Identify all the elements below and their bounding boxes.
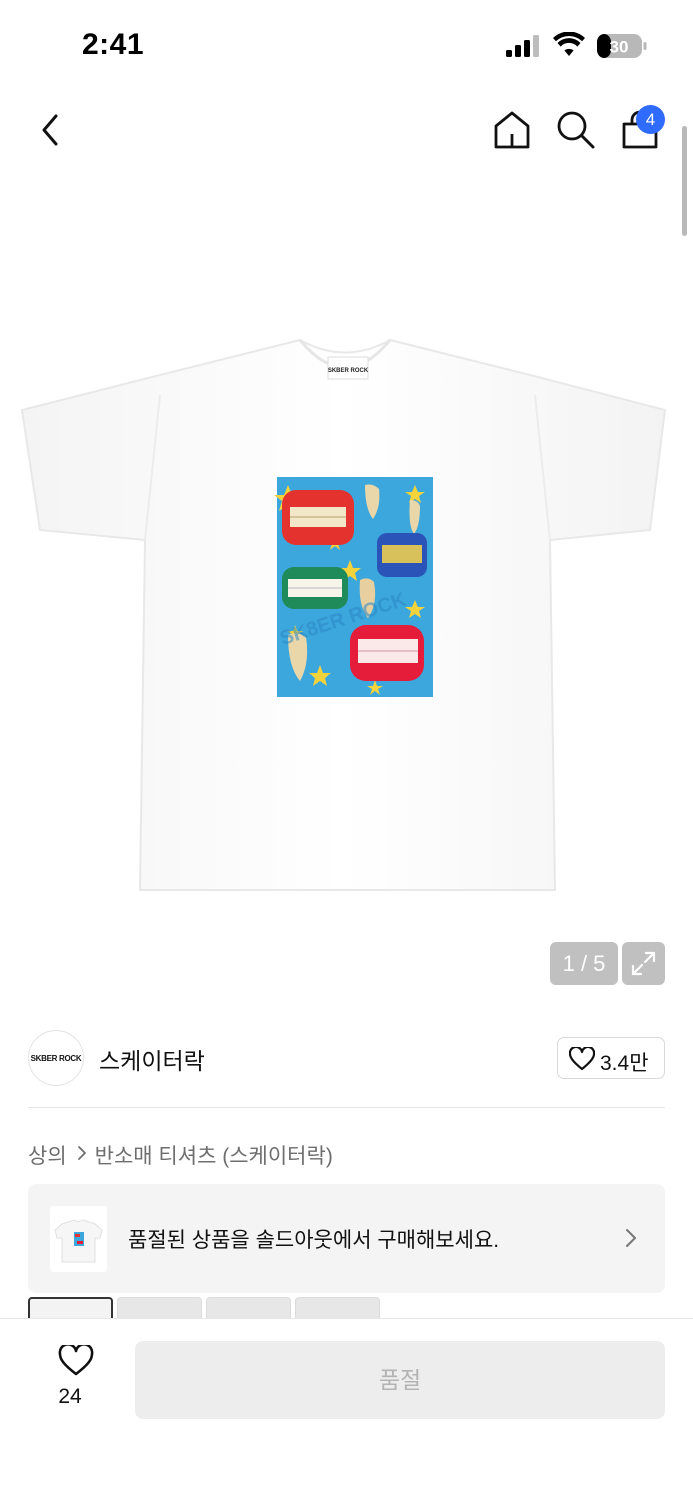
expand-image-button[interactable] — [622, 942, 665, 985]
product-image[interactable]: SKBER ROCK SK8ER ROCK — [20, 335, 670, 895]
soldout-banner-text: 품절된 상품을 솔드아웃에서 구매해보세요. — [128, 1229, 500, 1252]
soldout-purchase-button[interactable]: 품절 — [135, 1341, 665, 1419]
cellular-signal-icon — [506, 35, 539, 57]
collar-label: SKBER ROCK — [327, 356, 369, 380]
wishlist-button[interactable]: 24 — [40, 1343, 100, 1415]
heart-icon — [58, 1343, 94, 1376]
brand-row: SKBER ROCK 스케이터락 3.4만 — [28, 1030, 665, 1086]
status-bar: 2:41 30 — [0, 0, 693, 90]
heart-icon — [569, 1047, 595, 1071]
brand-name[interactable]: 스케이터락 — [99, 1042, 205, 1076]
thumbnail-strip — [28, 1297, 668, 1319]
svg-text:SKBER ROCK: SKBER ROCK — [328, 368, 369, 374]
image-page-counter: 1 / 5 — [550, 942, 618, 985]
thumbnail-3[interactable] — [206, 1297, 291, 1319]
brand-like-count: 3.4만 — [600, 1052, 649, 1075]
chevron-right-icon — [626, 1229, 636, 1247]
chevron-left-icon[interactable] — [36, 112, 64, 148]
cart-count-badge: 4 — [636, 105, 665, 134]
chevron-right-icon — [77, 1143, 87, 1167]
expand-icon — [631, 951, 656, 976]
breadcrumb-subcategory[interactable]: 반소매 티셔츠 (스케이터락) — [95, 1140, 333, 1170]
soldout-product-thumbnail — [50, 1206, 107, 1272]
wishlist-count: 24 — [58, 1385, 82, 1408]
wifi-icon — [553, 32, 585, 56]
thumbnail-2[interactable] — [117, 1297, 202, 1319]
teeth-graphic-print: SK8ER ROCK — [274, 477, 433, 697]
scroll-indicator — [682, 126, 687, 236]
divider — [28, 1107, 665, 1108]
breadcrumb: 상의 반소매 티셔츠 (스케이터락) — [28, 1140, 333, 1170]
breadcrumb-category[interactable]: 상의 — [28, 1140, 67, 1170]
search-icon[interactable] — [556, 110, 596, 150]
status-time: 2:41 — [82, 28, 145, 61]
brand-like-button[interactable]: 3.4만 — [557, 1037, 665, 1079]
brand-logo[interactable]: SKBER ROCK — [28, 1030, 84, 1086]
thumbnail-1[interactable] — [28, 1297, 113, 1319]
battery-icon: 30 — [597, 34, 647, 58]
battery-level: 30 — [610, 38, 629, 57]
bottom-action-bar: 24 품절 — [0, 1318, 693, 1500]
soldout-link-banner[interactable]: 품절된 상품을 솔드아웃에서 구매해보세요. — [28, 1184, 665, 1293]
home-icon[interactable] — [493, 110, 531, 150]
thumbnail-4[interactable] — [295, 1297, 380, 1319]
